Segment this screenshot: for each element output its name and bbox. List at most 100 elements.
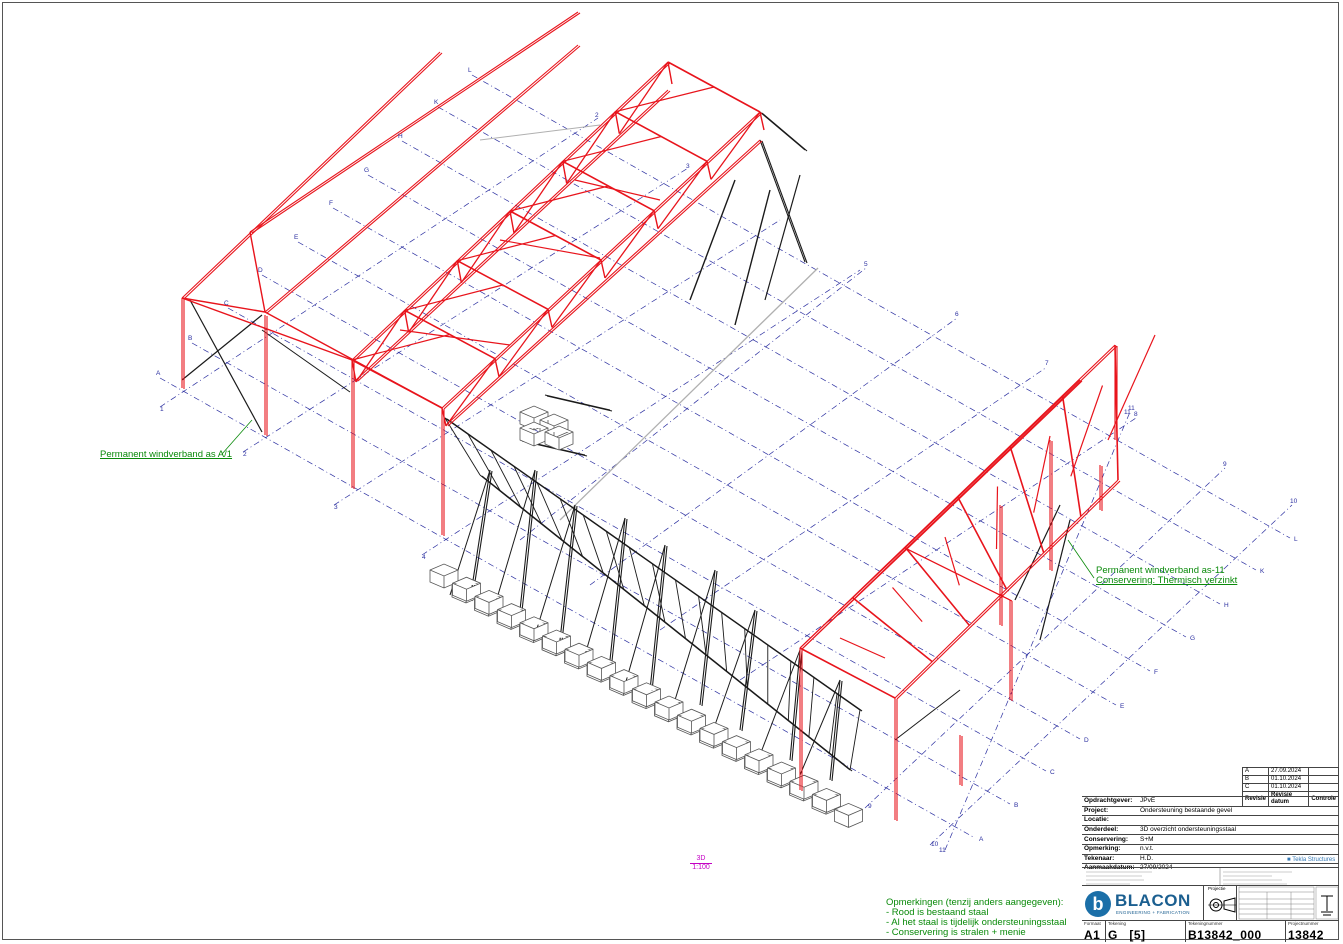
truss-bottom-chord — [357, 90, 671, 382]
grid-label-3: 3 — [334, 504, 338, 511]
drawing-label: Tekening — [1108, 921, 1127, 926]
right-frame-eave — [896, 480, 1121, 700]
wind-brace-a1 — [261, 329, 351, 393]
truss-diagonal — [604, 210, 655, 279]
grid-label-B-end: B — [1014, 802, 1018, 809]
info-value: S+M — [1138, 834, 1339, 845]
project-number-value: 13842 — [1288, 928, 1324, 942]
grid-label-C-end: C — [1050, 769, 1055, 776]
software-name: Tekla Structures — [1292, 857, 1336, 863]
grid-line-H — [401, 140, 1221, 605]
ballast-blocks — [429, 405, 863, 828]
support-lattice — [787, 661, 792, 721]
truss-vertical — [403, 310, 410, 333]
revision-date: 01.10.2024 — [1268, 783, 1310, 792]
canopy-ridge-beam — [251, 12, 581, 234]
truss-diagonal — [615, 86, 715, 113]
wind-brace-11 — [894, 689, 961, 741]
canopy-eave-beam — [181, 51, 441, 299]
annotation-wind-11-line2: Conservering: Thermisch verzinkt — [1096, 575, 1238, 586]
strut-brace — [624, 544, 666, 686]
revision-check — [1308, 767, 1339, 776]
revision-letter: A — [1241, 767, 1270, 776]
raking-strut — [559, 504, 576, 641]
grid-label-7: 7 — [1045, 360, 1049, 367]
platform-beam — [546, 395, 613, 412]
drawing-sheet: A A B B C C D D E E F F G G H H K K L L 1 2 3 4 2 3 5 6 7 8 9 10 11 9 10 11… — [0, 0, 1343, 944]
tolerance-table-grid — [1238, 886, 1339, 920]
grid-label-B: B — [188, 335, 192, 342]
grid-line-1 — [159, 117, 599, 408]
grid-label-6: 6 — [955, 311, 959, 318]
truss-vertical — [653, 210, 659, 229]
raking-strut — [699, 569, 716, 706]
grid-label-G-end: G — [1190, 635, 1195, 642]
roof-bracing — [499, 239, 601, 259]
right-frame-beam — [906, 548, 1013, 602]
strut-brace — [494, 469, 536, 606]
right-frame-purlin — [1070, 385, 1104, 477]
right-frame-ridge — [906, 380, 1083, 550]
truss-vertical — [600, 259, 606, 279]
company-tagline: ENGINEERING + FABRICATION — [1116, 910, 1190, 915]
format-value: A1 — [1084, 928, 1101, 942]
right-frame-ridge — [904, 379, 1081, 549]
truss-vertical — [706, 161, 712, 180]
legal-notes-lines — [1086, 868, 1292, 886]
company-logo-mark: b — [1085, 891, 1111, 917]
revision-letter: B — [1241, 775, 1270, 784]
right-frame-rafter — [1009, 445, 1045, 553]
info-value: JPvE — [1138, 796, 1339, 807]
info-value: 3D overzicht ondersteuningsstaal — [1138, 824, 1339, 835]
grid-line-7 — [659, 366, 1048, 631]
truss-bottom-chord — [355, 89, 669, 381]
canopy-eave-beam — [266, 45, 581, 314]
revision-letter: C — [1241, 783, 1270, 792]
grid-label-8: 8 — [1134, 411, 1138, 418]
info-key: Locatie: — [1082, 815, 1138, 826]
revision-row: A 27.09.2024 — [1241, 767, 1339, 776]
drawing-id-row: Formaat A1 Tekening G [5] Tekeningnummer… — [1082, 920, 1339, 942]
support-lattice — [605, 531, 625, 590]
format-cell: Formaat A1 — [1082, 921, 1106, 942]
project-number-cell: Projectnummer 13842 — [1286, 921, 1339, 942]
project-number-label: Projectnummer — [1288, 921, 1319, 926]
support-tower — [761, 112, 808, 152]
grid-line-B — [191, 342, 1011, 805]
grid-label-1: 1 — [160, 406, 164, 413]
support-tower-leg — [764, 174, 801, 301]
view-scale-value: 1:100 — [692, 864, 710, 871]
info-key: Tekenaar: — [1082, 853, 1138, 864]
grid-label-K-end: K — [1260, 568, 1265, 575]
support-lattice — [675, 580, 686, 639]
building-edge — [559, 267, 819, 521]
software-badge: ■ Tekla Structures — [1287, 857, 1336, 863]
truss-vertical — [509, 210, 515, 234]
grid-line-5 — [519, 267, 867, 541]
info-row: Opdrachtgever: JPvE — [1082, 796, 1339, 807]
truss-diagonal — [618, 61, 669, 135]
truss-vertical — [614, 111, 621, 134]
grid-label-C: C — [224, 300, 229, 307]
grid-label-11-low: 11 — [939, 847, 946, 854]
drawing-cell: Tekening G [5] — [1106, 921, 1186, 942]
tolerance-table — [1237, 886, 1339, 920]
wind-brace-a1 — [189, 299, 263, 433]
annotation-wind-a1: Permanent windverband as A/1 — [100, 450, 232, 460]
roof-bracing — [574, 179, 661, 201]
drawing-number-value: B13842_000 — [1188, 928, 1262, 942]
info-key: Conservering: — [1082, 834, 1138, 845]
grid-label-D: D — [258, 267, 263, 274]
grid-line-F — [332, 207, 1151, 672]
revision-date: 27.09.2024 — [1268, 767, 1310, 776]
building-edge — [479, 124, 601, 141]
right-frame-rafter — [851, 596, 933, 663]
grid-label-D-end: D — [1084, 737, 1089, 744]
right-frame-purlin — [892, 587, 923, 623]
right-frame-purlin — [944, 536, 960, 586]
info-key: Project: — [1082, 805, 1138, 816]
grid-line-E — [297, 241, 1117, 706]
right-frame-beam — [799, 547, 906, 649]
right-frame-purlin — [995, 486, 999, 550]
grid-label-K: K — [434, 99, 439, 106]
